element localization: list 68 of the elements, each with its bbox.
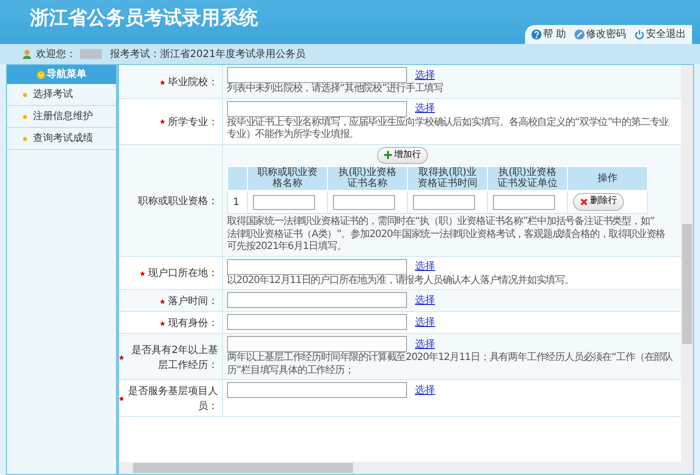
text-input[interactable] [227, 314, 407, 330]
table-input[interactable] [413, 194, 475, 210]
text-input[interactable] [227, 258, 407, 274]
bullet-icon [23, 136, 27, 140]
header-link[interactable]: 安全退出 [634, 27, 686, 42]
text-input[interactable] [227, 100, 407, 116]
app-title: 浙江省公务员考试录用系统 [28, 6, 258, 31]
hint-text: 专业）不能作为所学专业填报。 [227, 129, 360, 142]
column-header: 执(职)业资格证书发证单位 [488, 166, 568, 191]
header-link[interactable]: 帮 助 [530, 27, 566, 42]
hint-text: 历”栏目填写具体的工作经历； [227, 364, 355, 377]
power-icon [634, 29, 645, 40]
select-link[interactable]: 选择 [415, 101, 435, 116]
field-label: 现有身份： [168, 317, 218, 331]
field-label: 所学专业： [168, 116, 218, 130]
welcome-text: 欢迎您： [36, 48, 76, 62]
blurred-name [80, 49, 102, 59]
select-link[interactable]: 选择 [415, 292, 435, 308]
column-header: 操作 [568, 166, 648, 191]
hint-text: 法律职业资格证书（A类）”。参加2020年国家统一法律职业资格考试，客观题成绩合格的，取得职业资格 [227, 228, 666, 240]
sidebar-title-text: 导航菜单 [46, 67, 86, 82]
sidebar-item[interactable]: 注册信息维护 [7, 106, 116, 128]
table-input[interactable] [333, 194, 395, 210]
delete-row-button[interactable]: 删除行 [573, 193, 624, 211]
hint-text: 可先按2021年6月1日填写。 [227, 241, 348, 254]
select-link[interactable]: 选择 [415, 314, 435, 330]
header-link[interactable]: 修改密码 [574, 27, 626, 42]
row-number: 1 [228, 190, 248, 214]
text-input[interactable] [227, 292, 407, 308]
field-label: 是否服务基层项目人员： [127, 384, 218, 414]
select-link[interactable]: 选择 [415, 68, 435, 82]
sidebar-item[interactable]: 查询考试成绩 [7, 128, 116, 150]
field-label: 毕业院校： [168, 76, 218, 90]
field-label: 现户口所在地： [148, 266, 218, 282]
bullet-icon [23, 92, 27, 96]
help-icon [530, 29, 542, 40]
vertical-scrollbar[interactable] [681, 65, 693, 462]
hint-text: 以2020年12月11日的户口所在地为准，请报考人员确认本人落户情况并如实填写。 [227, 274, 575, 287]
bullet-icon [23, 114, 27, 118]
field-label: 职称或职业资格： [138, 194, 218, 208]
text-input[interactable] [227, 336, 407, 352]
chevron-icon [36, 70, 44, 78]
hint-text: 两年以上基层工作经历时间年限的计算截至2020年12月11日；具有两年工作经历人员必须在“工作（在部队 [227, 352, 674, 364]
user-icon [22, 49, 32, 59]
select-link[interactable]: 选择 [415, 336, 435, 352]
hint-text: 取得国家统一法律职业资格证书的，需同时在“执（职）业资格证书名称”栏中加括号备注证书类型，如“ [227, 216, 656, 228]
select-link[interactable]: 选择 [415, 259, 435, 274]
text-input[interactable] [227, 67, 407, 83]
table-input[interactable] [493, 194, 555, 210]
add-row-button[interactable]: 增加行 [377, 146, 428, 164]
select-link[interactable]: 选择 [415, 382, 435, 398]
column-header: 取得执(职)业资格证书时间 [408, 166, 488, 191]
field-label: 落户时间： [168, 294, 218, 309]
text-input[interactable] [227, 382, 407, 398]
scroll-thumb[interactable] [682, 224, 692, 344]
horizontal-scrollbar[interactable] [119, 462, 693, 474]
table-input[interactable] [253, 194, 315, 210]
hint-text: 列表中未列出院校，请选择“其他院校”进行手工填写 [227, 83, 444, 96]
hint-text: 按毕业证书上专业名称填写，应届毕业生应向学校确认后如实填写。各高校自定义的“双学位”中的第二专业 [227, 116, 670, 128]
sidebar-item[interactable]: 选择考试 [7, 84, 116, 106]
cross-icon [580, 198, 588, 206]
column-header: 执(职)业资格证书名称 [328, 166, 408, 191]
column-header: 职称或职业资格名称 [248, 166, 328, 191]
plus-icon [384, 151, 392, 160]
field-label: 是否具有2年以上基层工作经历： [130, 344, 218, 372]
scroll-thumb[interactable] [133, 463, 353, 473]
exam-text: 报考考试：浙江省2021年度考试录用公务员 [110, 48, 306, 62]
pencil-circle-icon [574, 29, 585, 40]
